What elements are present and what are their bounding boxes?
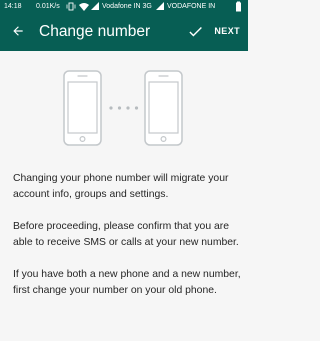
new-phone-paragraph: If you have both a new phone and a new n… xyxy=(13,269,241,296)
status-carrier-1: Vodafone IN 3G xyxy=(102,3,152,10)
new-phone-icon xyxy=(144,70,183,146)
migrate-info-paragraph: Changing your phone number will migrate … xyxy=(13,173,229,200)
signal-icon xyxy=(91,0,100,13)
app-bar: Change number NEXT xyxy=(0,13,248,51)
arrow-left-icon xyxy=(13,26,23,36)
signal-icon-2 xyxy=(156,0,165,13)
transfer-dots-icon xyxy=(109,106,139,110)
info-text: Changing your phone number will migrate … xyxy=(13,171,241,315)
status-bar: 14:18 0.01K/s Vodafone IN 3G VODAFONE IN xyxy=(0,0,248,13)
back-button[interactable] xyxy=(6,19,30,43)
status-carrier-2: VODAFONE IN xyxy=(167,3,216,10)
next-button[interactable]: NEXT xyxy=(187,19,240,43)
battery-icon xyxy=(235,0,243,13)
old-phone-icon xyxy=(63,70,102,146)
status-time: 14:18 xyxy=(4,3,22,10)
wifi-icon xyxy=(79,0,89,13)
confirm-sms-paragraph: Before proceeding, please confirm that y… xyxy=(13,221,239,248)
check-icon xyxy=(189,26,203,36)
next-button-label: NEXT xyxy=(214,26,240,36)
vibrate-icon xyxy=(66,0,76,13)
change-number-illustration xyxy=(0,51,248,161)
page-title: Change number xyxy=(39,23,151,40)
status-network-speed: 0.01K/s xyxy=(36,3,60,10)
